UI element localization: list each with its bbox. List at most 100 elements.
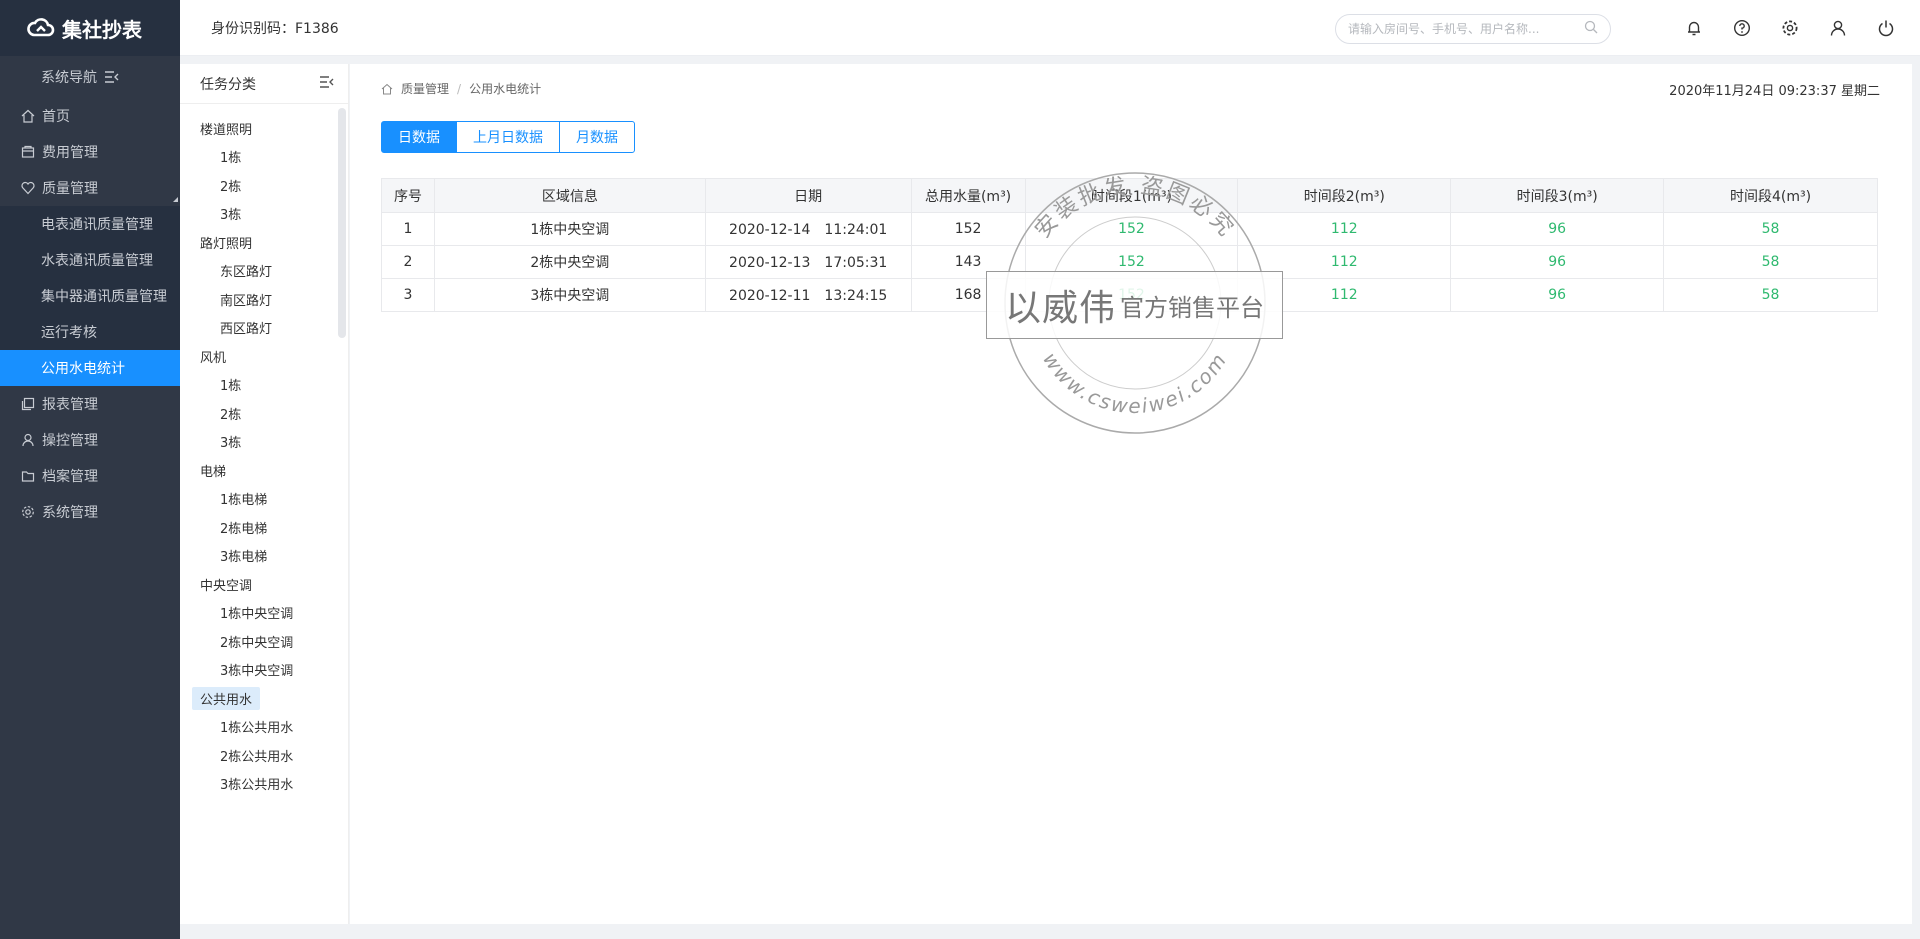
tree-item-label: 2栋中央空调 [220,635,294,651]
tree-item-label: 东区路灯 [220,265,273,281]
tree-item-label: 1栋 [220,379,242,395]
tree-item-label: 路灯照明 [200,236,253,252]
search-input[interactable] [1348,22,1584,36]
search-icon[interactable] [1584,20,1598,38]
sidebar-sub-item-public-stats[interactable]: 公用水电统计 [0,350,180,386]
tree-group-item[interactable]: 楼道照明 [180,114,348,143]
tab-daily-data[interactable]: 日数据 [381,121,457,153]
control-icon [20,432,36,448]
breadcrumb-item-quality[interactable]: 质量管理 [401,80,449,97]
tab-monthly-data[interactable]: 月数据 [559,121,635,153]
home-icon[interactable] [381,83,393,95]
tree-leaf-item[interactable]: 1栋公共用水 [180,713,348,742]
watermark-brand-small: 官方销售平台 [1120,293,1264,322]
sidebar-item-settings[interactable]: 系统管理 [0,494,180,530]
breadcrumb-separator: / [457,81,462,96]
header-actions [1682,16,1898,40]
table-row[interactable]: 1 1栋中央空调 2020-12-14 11:24:01 152 152 112… [381,212,1878,246]
sidebar: 集社抄表 系统导航 首页 费用管理 质量管理 电表通讯质量管理 水表通讯质量管理… [0,0,180,939]
tree-leaf-item[interactable]: 3栋 [180,200,348,229]
tree-leaf-item[interactable]: 南区路灯 [180,285,348,314]
sidebar-item-archive[interactable]: 档案管理 [0,458,180,494]
tree-item-label: 电梯 [200,464,227,480]
column-header: 时间段4(m³) [1663,178,1878,213]
tree-item-label: 风机 [200,350,227,366]
tab-last-month-daily[interactable]: 上月日数据 [456,121,560,153]
search-box[interactable] [1335,14,1611,44]
tree-item-label: 3栋 [220,436,242,452]
tree-group-item[interactable]: 风机 [180,342,348,371]
column-header: 日期 [704,178,912,213]
sidebar-item-fee[interactable]: 费用管理 [0,134,180,170]
bell-icon[interactable] [1682,16,1706,40]
tree-item-label: 2栋 [220,407,242,423]
sidebar-sub-item-water-quality[interactable]: 水表通讯质量管理 [0,242,180,278]
gear-icon[interactable] [1778,16,1802,40]
tree-leaf-item[interactable]: 3栋公共用水 [180,770,348,799]
sidebar-sub-item-operation-assessment[interactable]: 运行考核 [0,314,180,350]
tree-leaf-item[interactable]: 2栋 [180,399,348,428]
breadcrumb: 质量管理 / 公用水电统计 [381,80,541,97]
user-icon[interactable] [1826,16,1850,40]
tree-item-label: 3栋公共用水 [220,778,294,794]
column-header: 序号 [381,178,435,213]
report-icon [20,396,36,412]
sidebar-item-quality[interactable]: 质量管理 [0,170,180,206]
cell-period-3: 96 [1450,212,1665,246]
power-icon[interactable] [1874,16,1898,40]
tree-leaf-item[interactable]: 1栋中央空调 [180,599,348,628]
tree-leaf-item[interactable]: 3栋 [180,428,348,457]
cell-period-1: 152 [1024,212,1239,246]
column-header: 时间段2(m³) [1237,178,1452,213]
cloud-logo-icon [26,16,56,40]
tree-item-label: 西区路灯 [220,322,273,338]
tree-leaf-item[interactable]: 2栋公共用水 [180,741,348,770]
table-header-row: 序号 区域信息 日期 总用水量(m³) 时间段1(m³) 时间段2(m³) 时间… [381,178,1878,213]
tree-item-label: 中央空调 [200,578,253,594]
tree-group-item[interactable]: 公共用水 [180,684,348,713]
fee-icon [20,144,36,160]
column-header: 总用水量(m³) [910,178,1026,213]
column-header: 时间段3(m³) [1450,178,1665,213]
tree-leaf-item[interactable]: 西区路灯 [180,314,348,343]
tree-group-item[interactable]: 中央空调 [180,570,348,599]
cell-area: 1栋中央空调 [433,212,706,246]
tree-group-item[interactable]: 路灯照明 [180,228,348,257]
tree-leaf-item[interactable]: 1栋 [180,143,348,172]
breadcrumb-item-current: 公用水电统计 [469,82,542,96]
sidebar-sub-item-meter-quality[interactable]: 电表通讯质量管理 [0,206,180,242]
task-panel-title: 任务分类 [200,76,256,93]
sidebar-sub-item-concentrator-quality[interactable]: 集中器通讯质量管理 [0,278,180,314]
panel-collapse-icon[interactable] [320,75,334,92]
tree-leaf-item[interactable]: 1栋 [180,371,348,400]
column-header: 时间段1(m³) [1024,178,1239,213]
task-panel-header: 任务分类 [180,64,348,104]
cell-index: 2 [381,245,435,279]
tree-item-label: 1栋中央空调 [220,607,294,623]
sidebar-item-report[interactable]: 报表管理 [0,386,180,422]
watermark-brand: 以威伟 官方销售平台 [986,271,1283,339]
tree-leaf-item[interactable]: 2栋 [180,171,348,200]
help-icon[interactable] [1730,16,1754,40]
identity-code: 身份识别码：F1386 [211,20,339,37]
cell-area: 3栋中央空调 [433,278,706,312]
tree-scrollbar[interactable] [338,108,346,338]
cell-date: 2020-12-13 17:05:31 [704,245,912,279]
tree-item-label: 公共用水 [192,686,261,710]
sidebar-item-control[interactable]: 操控管理 [0,422,180,458]
tree-leaf-item[interactable]: 2栋电梯 [180,513,348,542]
cell-period-4: 58 [1663,212,1878,246]
archive-icon [20,468,36,484]
tree-leaf-item[interactable]: 2栋中央空调 [180,627,348,656]
tree-leaf-item[interactable]: 3栋电梯 [180,542,348,571]
app-logo[interactable]: 集社抄表 [0,0,180,56]
tree-leaf-item[interactable]: 1栋电梯 [180,485,348,514]
tree-leaf-item[interactable]: 东区路灯 [180,257,348,286]
menu-collapse-icon[interactable] [105,71,119,83]
cell-area: 2栋中央空调 [433,245,706,279]
tree-item-label: 1栋公共用水 [220,721,294,737]
tree-leaf-item[interactable]: 3栋中央空调 [180,656,348,685]
sidebar-item-home[interactable]: 首页 [0,98,180,134]
tree-group-item[interactable]: 电梯 [180,456,348,485]
cell-period-4: 58 [1663,278,1878,312]
